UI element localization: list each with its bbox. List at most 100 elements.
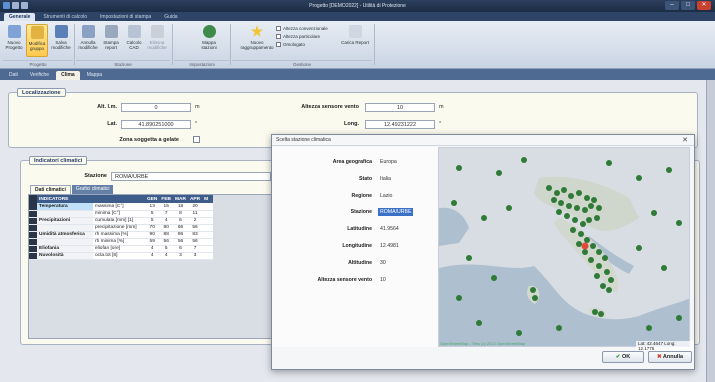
undo-button[interactable]: Annulla modifiche xyxy=(77,24,99,57)
climate-table: INDICATORE GEN FEB MAR APR M Temperatura… xyxy=(29,195,214,260)
stazione-input[interactable]: ROMA/URBE xyxy=(111,172,271,181)
longitudine-label: Longitudine xyxy=(342,243,372,249)
table-row[interactable]: precipitazione [mm] 70 80 66 56 xyxy=(29,224,214,232)
stazione-value[interactable]: ROMA/URBE xyxy=(378,208,414,216)
map-stations-button[interactable]: Mappa stazioni xyxy=(194,24,224,57)
vertical-scrollbar[interactable] xyxy=(706,80,715,382)
app-icon[interactable] xyxy=(3,2,10,9)
minimize-icon[interactable]: – xyxy=(665,1,679,10)
lat-input[interactable]: 41.890251000 xyxy=(121,120,191,129)
close-icon[interactable]: ✕ xyxy=(697,1,711,10)
col-indicatore[interactable]: INDICATORE xyxy=(37,195,93,203)
zona-gelate-label: Zona soggetta a gelate xyxy=(119,137,179,143)
save-button[interactable]: Salva modifiche xyxy=(50,24,72,57)
check-altezza-particolare[interactable]: Altezza particolare xyxy=(276,34,320,39)
new-group-button[interactable]: Nuovo raggruppamento xyxy=(240,24,274,57)
report-icon xyxy=(348,25,362,38)
ribbon-group-stazione: Stazione xyxy=(76,60,170,67)
tab-dati-climatici[interactable]: Dati climatici xyxy=(30,185,71,194)
cancel-button[interactable]: ✖ Annulla xyxy=(648,351,692,363)
stazione-label: Stazione xyxy=(84,173,107,179)
station-form: Area geografica Europa Stato Italia Regi… xyxy=(272,147,438,347)
col-mar[interactable]: MAR xyxy=(173,195,188,203)
longitudine-value: 12.4981 xyxy=(380,243,399,249)
regione-value[interactable]: Lazio xyxy=(378,192,394,200)
alt-unit: m xyxy=(195,104,200,110)
edit-group-button[interactable]: Modifica gruppo xyxy=(26,24,48,57)
lat-unit: ° xyxy=(195,121,198,127)
ribbon-tab-guida[interactable]: Guida xyxy=(159,13,182,21)
table-row[interactable]: minima [C°] 5 7 8 11 xyxy=(29,210,214,218)
load-report-button[interactable]: Carica Report xyxy=(340,24,370,57)
lat-label: Lat. xyxy=(107,121,117,127)
check-omologato[interactable]: Omologato xyxy=(276,42,305,47)
cancel-icon: ✖ xyxy=(656,354,662,360)
stations-map[interactable] xyxy=(438,147,690,347)
alt-input[interactable]: 0 xyxy=(121,103,191,112)
table-row[interactable]: Eliofania eliofan [ore] 4 5 6 7 xyxy=(29,245,214,253)
stato-value[interactable]: Italia xyxy=(378,175,393,183)
ribbon-group-impostazioni: Impostazioni xyxy=(174,60,230,67)
table-row[interactable]: Nuvolosità octa.tot [8] 4 4 3 3 xyxy=(29,252,214,260)
climate-table-container: INDICATORE GEN FEB MAR APR M Temperatura… xyxy=(28,194,276,339)
zona-gelate-checkbox[interactable] xyxy=(193,136,200,143)
altitudine-value: 30 xyxy=(380,260,386,266)
altezza-vento-input[interactable]: 10 xyxy=(365,103,435,112)
long-unit: ° xyxy=(439,121,442,127)
quick-access-toolbar xyxy=(3,2,28,10)
delete-button[interactable]: Elimina modifiche xyxy=(146,24,168,57)
table-row[interactable]: rh minima [%] 59 56 56 56 xyxy=(29,238,214,246)
maximize-icon[interactable]: □ xyxy=(681,1,695,10)
table-row[interactable]: Umidità atmosferica rh massima [%] 90 88 86 8… xyxy=(29,231,214,239)
map-svg xyxy=(439,148,689,346)
altezza-vento-label: Altezza sensore vento xyxy=(301,104,359,110)
view-tabs: Dati Verifiche Clima Mappa xyxy=(0,69,715,80)
ribbon-tab-strumenti[interactable]: Strumenti di calcolo xyxy=(38,13,92,21)
undo-icon[interactable] xyxy=(21,2,28,9)
dialog-title: Scelta stazione climatica xyxy=(272,135,694,146)
tab-grafici-climatici[interactable]: Grafici climatici xyxy=(71,185,114,194)
altezza-vento-label: Altezza sensore vento xyxy=(317,277,373,283)
edit-group-icon xyxy=(30,26,44,39)
close-icon[interactable]: ✕ xyxy=(680,136,690,145)
tab-clima[interactable]: Clima xyxy=(56,71,80,80)
regione-label: Regione xyxy=(351,193,372,199)
ribbon: Nuovo Progetto Modifica gruppo Salva mod… xyxy=(0,21,715,69)
map-coordinates: Lat: 42.4647 Long: 12.1775 xyxy=(636,341,694,351)
tab-mappa[interactable]: Mappa xyxy=(82,71,107,80)
map-attribution: OpenStreetMap - Tiles (c) 2022 OpenStree… xyxy=(440,341,526,346)
ribbon-group-gestione: Gestione xyxy=(232,60,372,67)
alt-label: Alt. l.m. xyxy=(97,104,117,110)
print-report-button[interactable]: Stampa report xyxy=(100,24,122,57)
window-controls: – □ ✕ xyxy=(665,1,711,10)
calc-icon xyxy=(127,25,141,38)
new-project-button[interactable]: Nuovo Progetto xyxy=(3,24,25,57)
check-altezza-convenzionale[interactable]: Altezza convenzionale xyxy=(276,26,328,31)
long-input[interactable]: 12.49231222 xyxy=(365,120,435,129)
table-row[interactable]: Temperatura massima [C°] 13 15 18 20 xyxy=(29,203,214,211)
calc-cad-button[interactable]: Calcolo CAD xyxy=(123,24,145,57)
col-feb[interactable]: FEB xyxy=(159,195,174,203)
print-icon xyxy=(104,25,118,38)
ribbon-tab-stampa[interactable]: Impostazioni di stampa xyxy=(95,13,156,21)
window-title: Progetto [DEMO2022] - Utilità di Protezi… xyxy=(309,3,406,9)
save-icon xyxy=(54,25,68,38)
stazione-label: Stazione xyxy=(350,209,372,215)
ribbon-group-progetto: Progetto xyxy=(3,60,73,67)
altezza-vento-unit: m xyxy=(439,104,444,110)
ribbon-tab-generale[interactable]: Generale xyxy=(4,13,36,21)
area-value[interactable]: Europa xyxy=(378,158,399,166)
tab-dati[interactable]: Dati xyxy=(4,71,23,80)
save-icon[interactable] xyxy=(12,2,19,9)
col-apr[interactable]: APR xyxy=(187,195,203,203)
table-row[interactable]: Precipitazioni cumulata [mm] [1] 5 4 6 2 xyxy=(29,217,214,225)
globe-icon xyxy=(202,25,216,38)
tab-verifiche[interactable]: Verifiche xyxy=(25,71,54,80)
col-mag[interactable]: M xyxy=(202,195,214,203)
col-sub[interactable] xyxy=(93,195,145,203)
star-icon xyxy=(250,25,264,37)
latitudine-value: 41.9564 xyxy=(380,226,399,232)
ok-button[interactable]: ✔ OK xyxy=(602,351,644,363)
col-gen[interactable]: GEN xyxy=(145,195,160,203)
latitudine-label: Latitudine xyxy=(347,226,372,232)
